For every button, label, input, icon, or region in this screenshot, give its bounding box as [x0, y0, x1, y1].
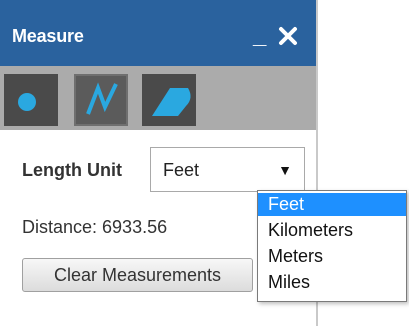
length-unit-selected-value: Feet	[163, 160, 200, 180]
length-unit-select[interactable]: Feet ▼	[150, 147, 305, 192]
distance-readout: Distance: 6933.56	[22, 217, 168, 237]
widget-title: Measure	[12, 26, 84, 46]
widget-titlebar: Measure _	[0, 0, 316, 66]
close-button[interactable]	[276, 24, 300, 48]
unit-option-meters[interactable]: Meters	[258, 245, 406, 268]
length-unit-dropdown-list: Feet Kilometers Meters Miles	[257, 190, 407, 302]
measure-toolbar	[0, 66, 316, 130]
minimize-button[interactable]: _	[253, 24, 266, 48]
close-icon	[279, 27, 297, 45]
area-icon	[152, 88, 191, 116]
unit-option-miles[interactable]: Miles	[258, 271, 406, 294]
clear-measurements-button[interactable]: Clear Measurements	[22, 258, 253, 292]
area-tool[interactable]	[142, 74, 196, 126]
length-unit-label: Length Unit	[22, 160, 122, 180]
polyline-icon	[86, 82, 118, 115]
dropdown-arrow-icon: ▼	[278, 162, 292, 178]
unit-option-kilometers[interactable]: Kilometers	[258, 219, 406, 242]
point-icon	[18, 93, 36, 111]
unit-option-feet[interactable]: Feet	[258, 193, 406, 216]
line-tool[interactable]	[74, 74, 128, 126]
point-tool[interactable]	[4, 74, 58, 126]
